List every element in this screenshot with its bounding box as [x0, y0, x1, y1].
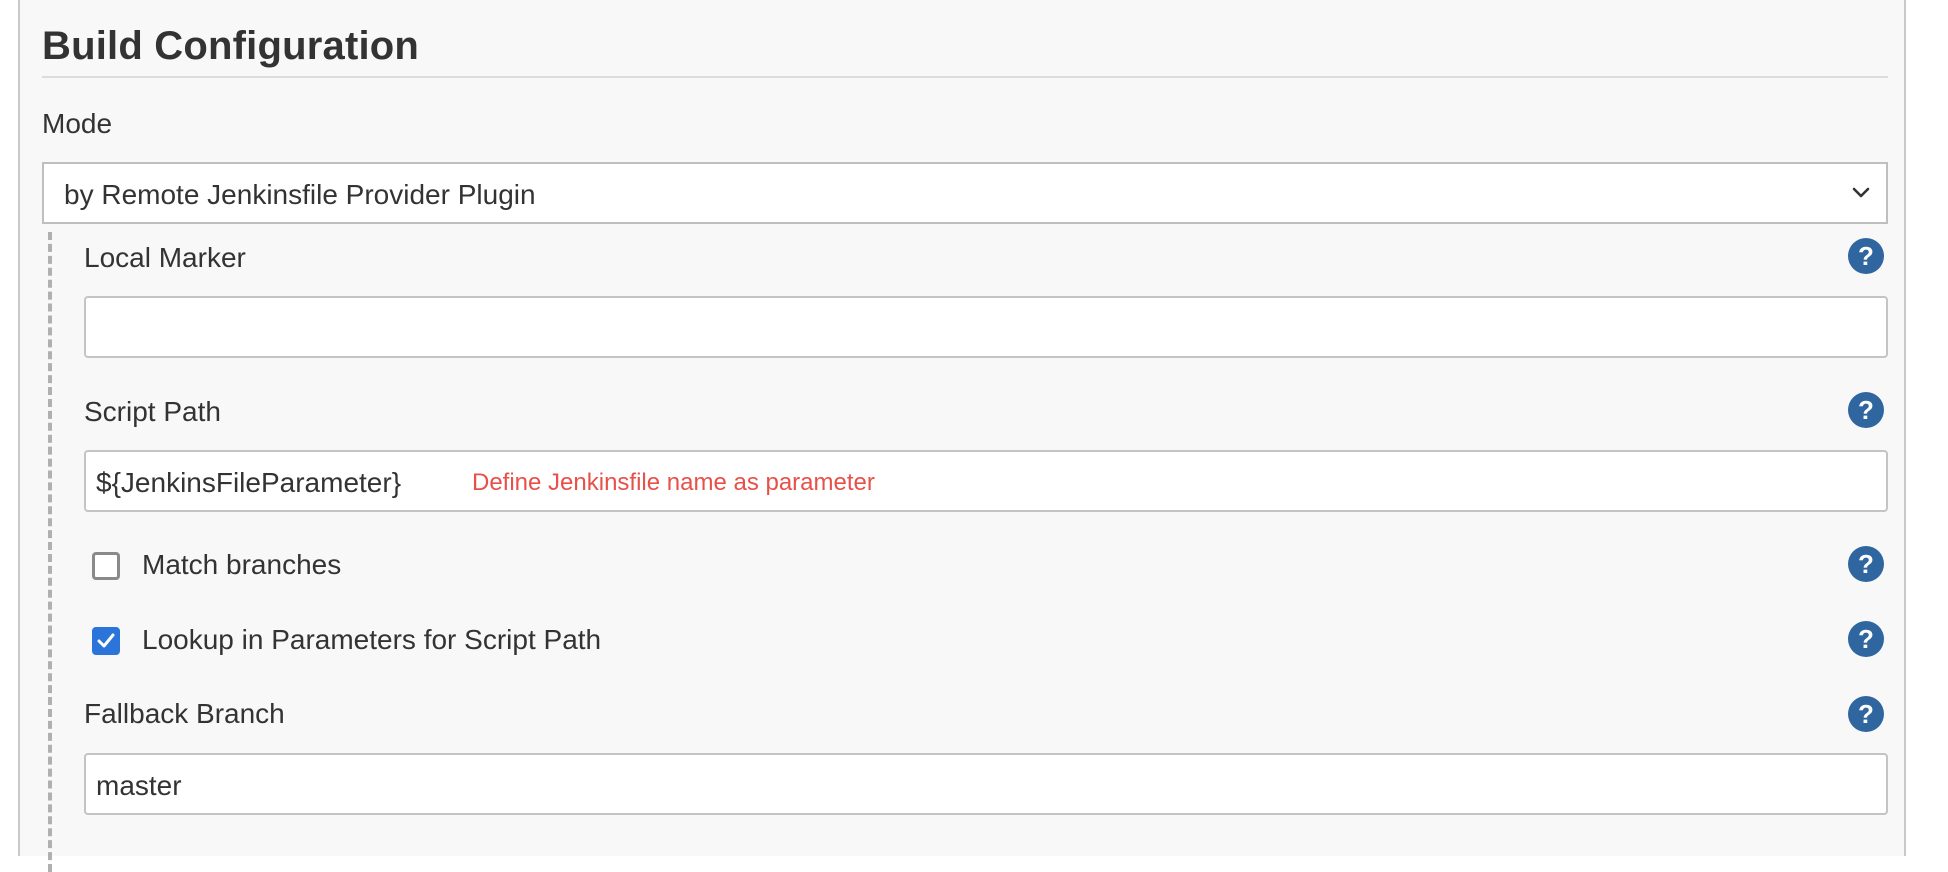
lookup-parameters-label[interactable]: Lookup in Parameters for Script Path — [142, 624, 601, 656]
question-circle-icon[interactable]: ? — [1848, 238, 1884, 274]
section-title: Build Configuration — [42, 24, 420, 68]
local-marker-input[interactable] — [84, 296, 1888, 358]
match-branches-label[interactable]: Match branches — [142, 549, 341, 581]
match-branches-checkbox[interactable] — [92, 552, 120, 580]
build-configuration-panel: Build Configuration Mode by Remote Jenki… — [18, 0, 1906, 872]
question-circle-icon[interactable]: ? — [1848, 696, 1884, 732]
fallback-branch-input[interactable]: master — [84, 753, 1888, 815]
mode-select[interactable]: by Remote Jenkinsfile Provider Plugin — [42, 162, 1888, 224]
lookup-parameters-checkbox[interactable] — [92, 627, 120, 655]
title-divider — [42, 76, 1888, 78]
fallback-branch-value: master — [96, 770, 182, 801]
mode-label: Mode — [42, 108, 113, 139]
script-path-input[interactable]: ${JenkinsFileParameter} Define Jenkinsfi… — [84, 450, 1888, 512]
fallback-branch-label: Fallback Branch — [84, 698, 285, 729]
question-circle-icon[interactable]: ? — [1848, 546, 1884, 582]
local-marker-label: Local Marker — [84, 242, 246, 273]
script-path-value: ${JenkinsFileParameter} — [96, 467, 402, 498]
nested-options-rail — [48, 232, 52, 872]
script-path-label: Script Path — [84, 396, 221, 427]
question-circle-icon[interactable]: ? — [1848, 621, 1884, 657]
question-circle-icon[interactable]: ? — [1848, 392, 1884, 428]
script-path-hint: Define Jenkinsfile name as parameter — [472, 469, 875, 496]
chevron-down-icon — [1850, 182, 1872, 204]
mode-select-value: by Remote Jenkinsfile Provider Plugin — [64, 179, 536, 210]
